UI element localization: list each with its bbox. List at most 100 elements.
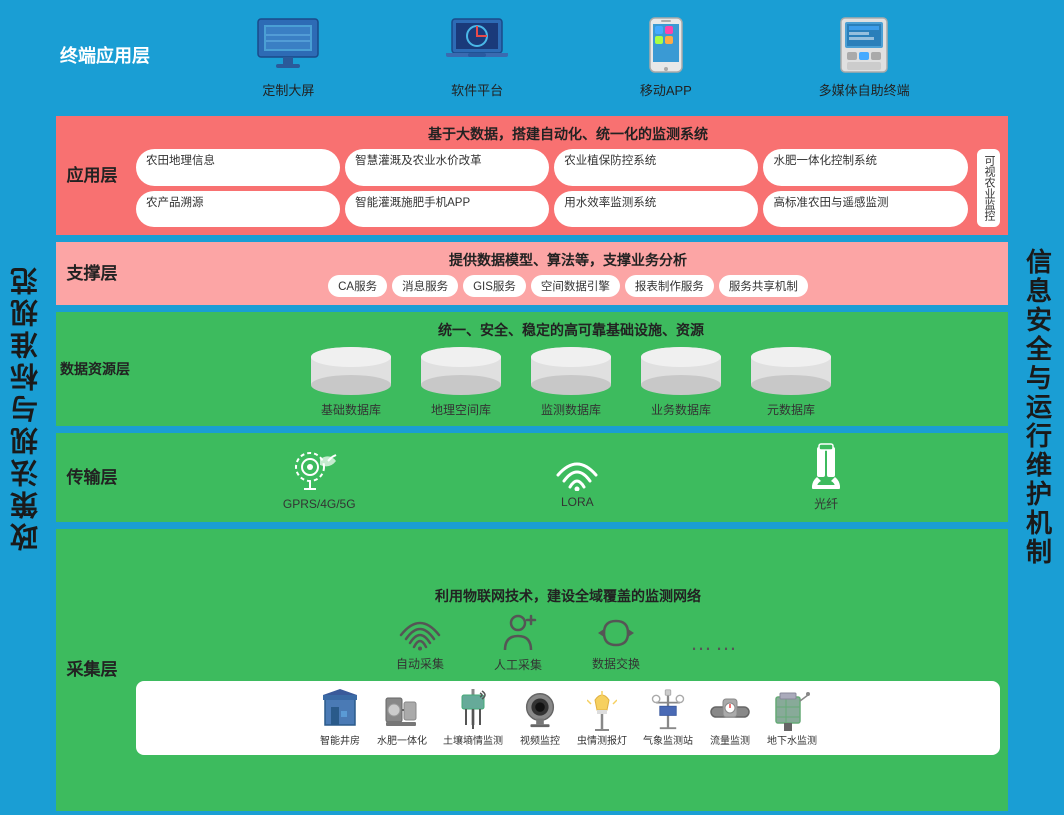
mobile-app-icon	[630, 15, 702, 75]
camera-icon	[519, 689, 561, 729]
device-flow-monitor: 流量监测	[709, 689, 751, 747]
app-tag-3: 水肥一体化控制系统	[763, 149, 967, 186]
device-mobile-app: 移动APP	[630, 15, 702, 99]
app-tag-6: 用水效率监测系统	[554, 191, 758, 228]
application-layer-title: 应用层	[67, 163, 118, 189]
device-groundwater: 地下水监测	[767, 689, 817, 747]
pest-lamp-label: 虫情测报灯	[577, 732, 627, 747]
app-tag-1: 智慧灌溉及农业水价改革	[345, 149, 549, 186]
weather-station-icon	[647, 689, 689, 729]
transfer-item-lora: LORA	[550, 447, 604, 509]
groundwater-label: 地下水监测	[767, 732, 817, 747]
transfer-item-gprs: GPRS/4G/5G	[283, 445, 356, 511]
application-tags-wrapper: 农田地理信息 智慧灌溉及农业水价改革 农业植保防控系统 水肥一体化控制系统 农产…	[136, 149, 1000, 227]
left-label: 政策法规与标准规范	[0, 0, 52, 815]
application-label: 应用层	[56, 116, 128, 235]
support-label: 支撑层	[56, 242, 128, 305]
collect-dots: ……	[690, 630, 740, 656]
device-multimedia-terminal: 多媒体自助终端	[819, 15, 910, 99]
collect-method-auto: 自动采集	[396, 615, 444, 672]
data-content: 统一、安全、稳定的高可靠基础设施、资源 基础数据库	[134, 312, 1008, 426]
db-label-3: 业务数据库	[651, 401, 711, 418]
terminal-icons-area: 定制大屏 软件平台	[154, 4, 1008, 109]
terminal-layer-title: 终端应用层	[60, 43, 150, 70]
collect-header: 利用物联网技术，建设全域覆盖的监测网络	[435, 586, 701, 606]
db-item-1: 地理空间库	[416, 345, 506, 418]
device-software-platform: 软件平台	[441, 15, 513, 99]
collect-layer-row: 采集层 利用物联网技术，建设全域覆盖的监测网络 自动采集	[56, 526, 1008, 811]
collect-dots-text: ……	[690, 630, 740, 656]
data-header: 统一、安全、稳定的高可靠基础设施、资源	[438, 320, 704, 340]
support-tag-5: 服务共享机制	[719, 275, 808, 297]
collect-exchange-label: 数据交换	[592, 655, 640, 672]
water-fertilizer-icon	[381, 689, 423, 729]
support-layer-row: 支撑层 提供数据模型、算法等，支撑业务分析 CA服务 消息服务 GIS服务 空间…	[56, 239, 1008, 305]
transfer-label-fiber: 光纤	[814, 495, 838, 512]
data-layer-title: 数据资源层	[60, 359, 130, 380]
soil-moisture-icon	[452, 689, 494, 729]
custom-screen-label: 定制大屏	[262, 80, 314, 99]
camera-label: 视频监控	[520, 732, 560, 747]
software-platform-label: 软件平台	[451, 80, 503, 99]
support-content: 提供数据模型、算法等，支撑业务分析 CA服务 消息服务 GIS服务 空间数据引擎…	[128, 242, 1008, 305]
application-content: 基于大数据，搭建自动化、统一化的监测系统 农田地理信息 智慧灌溉及农业水价改革 …	[128, 116, 1008, 235]
multimedia-terminal-icon	[828, 15, 900, 75]
db-item-0: 基础数据库	[306, 345, 396, 418]
support-layer-title: 支撑层	[67, 261, 118, 287]
collect-method-exchange: 数据交换	[592, 615, 640, 672]
app-tag-7: 高标准农田与遥感监测	[763, 191, 967, 228]
collect-content: 利用物联网技术，建设全域覆盖的监测网络 自动采集	[128, 529, 1008, 811]
transfer-layer-row: 传输层 GPRS/4G/5G	[56, 430, 1008, 522]
application-tags-grid: 农田地理信息 智慧灌溉及农业水价改革 农业植保防控系统 水肥一体化控制系统 农产…	[136, 149, 968, 227]
db-item-4: 元数据库	[746, 345, 836, 418]
groundwater-icon	[771, 689, 813, 729]
db-item-2: 监测数据库	[526, 345, 616, 418]
software-platform-icon	[441, 15, 513, 75]
weather-station-label: 气象监测站	[643, 732, 693, 747]
device-camera: 视频监控	[519, 689, 561, 747]
transfer-layer-title: 传输层	[67, 465, 118, 491]
transfer-label: 传输层	[56, 433, 128, 522]
device-smart-well: 智能井房	[319, 689, 361, 747]
transfer-label-gprs: GPRS/4G/5G	[283, 497, 356, 511]
app-tag-0: 农田地理信息	[136, 149, 340, 186]
terminal-label: 终端应用层	[56, 4, 154, 109]
device-weather-station: 气象监测站	[643, 689, 693, 747]
flow-monitor-label: 流量监测	[710, 732, 750, 747]
device-water-fertilizer: 水肥一体化	[377, 689, 427, 747]
flow-monitor-icon	[709, 689, 751, 729]
collect-label: 采集层	[56, 529, 128, 811]
collect-manual-label: 人工采集	[494, 656, 542, 673]
multimedia-terminal-label: 多媒体自助终端	[819, 80, 910, 99]
app-tag-2: 农业植保防控系统	[554, 149, 758, 186]
device-custom-screen: 定制大屏	[252, 15, 324, 99]
db-label-2: 监测数据库	[541, 401, 601, 418]
support-tag-1: 消息服务	[392, 275, 458, 297]
device-soil-moisture: 土壤墒情监测	[443, 689, 503, 747]
special-tag: 可视农业监控	[977, 149, 1000, 227]
collect-method-manual: 人工采集	[494, 614, 542, 673]
smart-well-icon	[319, 689, 361, 729]
support-tag-0: CA服务	[328, 275, 387, 297]
collect-auto-label: 自动采集	[396, 655, 444, 672]
transfer-label-lora: LORA	[561, 495, 594, 509]
support-tag-3: 空间数据引擎	[531, 275, 620, 297]
application-header: 基于大数据，搭建自动化、统一化的监测系统	[428, 124, 708, 144]
app-tag-4: 农产品溯源	[136, 191, 340, 228]
db-label-4: 元数据库	[767, 401, 815, 418]
support-tag-4: 报表制作服务	[625, 275, 714, 297]
terminal-layer-row: 终端应用层 定制大屏	[56, 4, 1008, 109]
db-label-0: 基础数据库	[321, 401, 381, 418]
soil-moisture-label: 土壤墒情监测	[443, 732, 503, 747]
data-label: 数据资源层	[56, 312, 134, 426]
support-header: 提供数据模型、算法等，支撑业务分析	[449, 250, 687, 270]
db-item-3: 业务数据库	[636, 345, 726, 418]
main-content: 终端应用层 定制大屏	[52, 0, 1012, 815]
right-label: 信息安全与运行维护机制	[1012, 0, 1064, 815]
application-layer-row: 应用层 基于大数据，搭建自动化、统一化的监测系统 农田地理信息 智慧灌溉及农业水…	[56, 113, 1008, 235]
smart-well-label: 智能井房	[320, 732, 360, 747]
app-tag-5: 智能灌溉施肥手机APP	[345, 191, 549, 228]
db-label-1: 地理空间库	[431, 401, 491, 418]
data-layer-row: 数据资源层 统一、安全、稳定的高可靠基础设施、资源 基础数据库	[56, 309, 1008, 426]
transfer-content: GPRS/4G/5G LORA	[128, 433, 1008, 522]
